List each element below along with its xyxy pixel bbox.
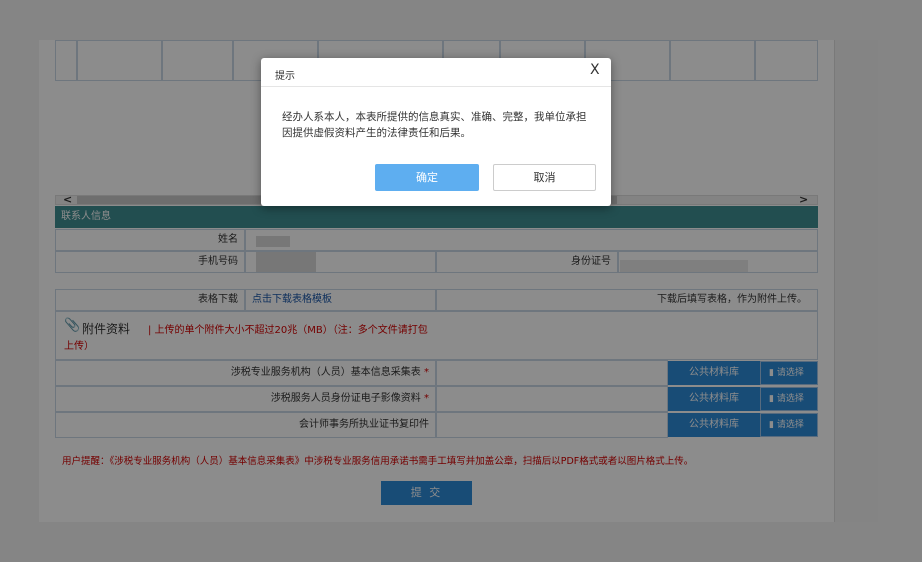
dialog-divider bbox=[261, 86, 611, 87]
cancel-button[interactable]: 取消 bbox=[493, 164, 596, 191]
confirm-dialog: 提示 X 经办人系本人，本表所提供的信息真实、准确、完整，我单位承担因提供虚假资… bbox=[261, 58, 611, 206]
dialog-title: 提示 bbox=[275, 71, 295, 82]
dialog-message: 经办人系本人，本表所提供的信息真实、准确、完整，我单位承担因提供虚假资料产生的法… bbox=[282, 111, 587, 139]
confirm-button[interactable]: 确定 bbox=[375, 164, 479, 191]
close-icon[interactable]: X bbox=[590, 62, 600, 78]
